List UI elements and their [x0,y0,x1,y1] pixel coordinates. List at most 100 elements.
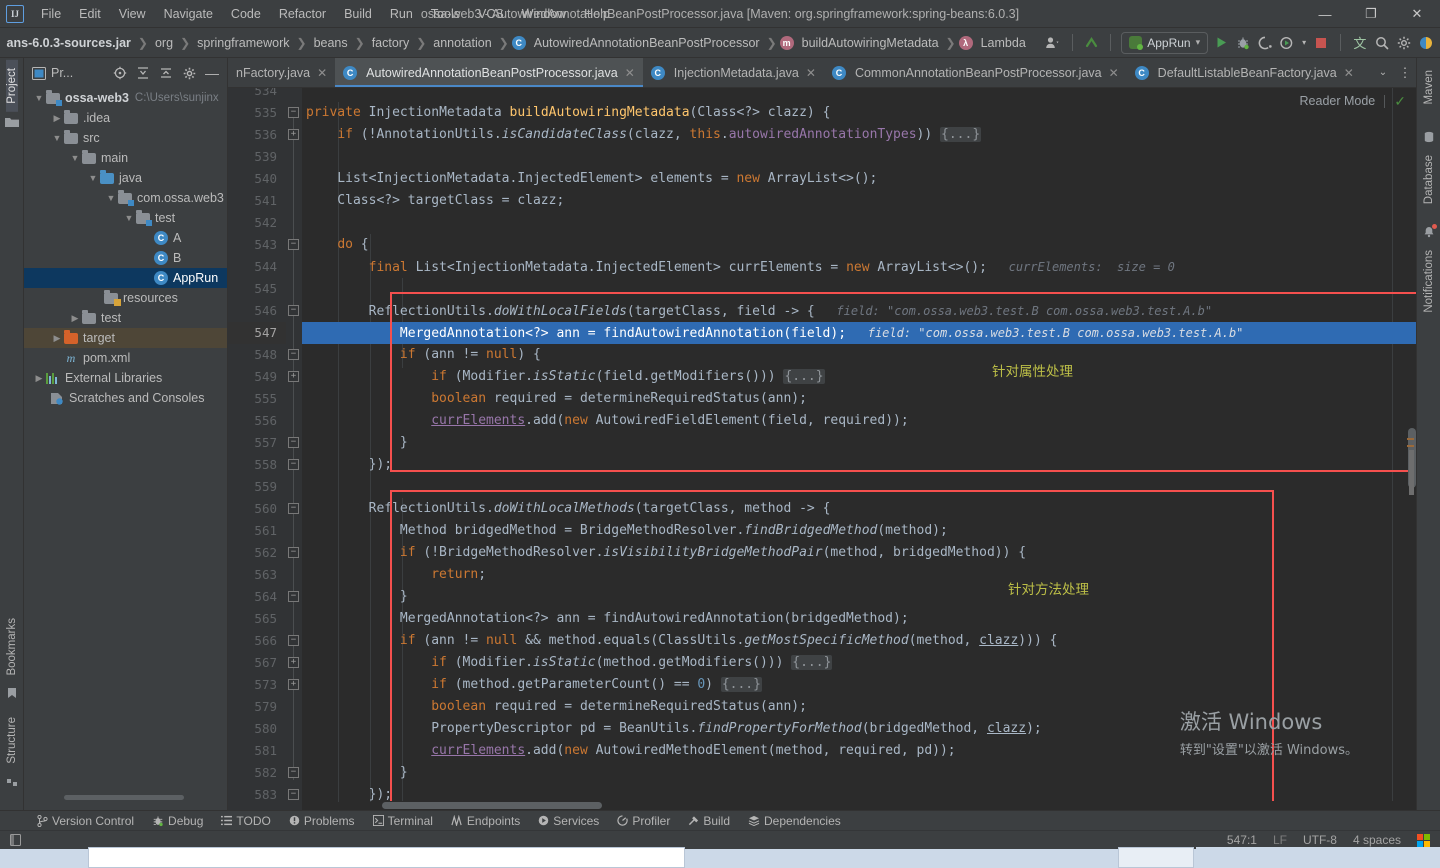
chevron-down-icon[interactable]: ▼ [68,153,82,163]
editor-fold-column[interactable]: − + − − − + − − − − − − + + − − [286,88,360,810]
menu-tools[interactable]: Tools [422,3,469,25]
chevron-right-icon[interactable]: ▶ [68,313,82,324]
breadcrumb-factory[interactable]: factory [367,34,415,52]
ide-theme-icon[interactable] [1415,32,1437,54]
editor-hscroll-thumb[interactable] [382,802,602,809]
fold-end-icon[interactable]: − [288,767,299,778]
structure-icon[interactable] [5,776,19,788]
error-stripe-marker[interactable] [1409,450,1414,495]
close-icon[interactable]: ✕ [1109,66,1119,80]
database-icon[interactable] [1422,131,1436,143]
taskbar-clock-area[interactable] [1196,847,1440,868]
fold-collapse-icon[interactable]: − [288,349,299,360]
folder-icon[interactable] [5,116,19,128]
widget-layout-icon[interactable] [6,834,24,846]
menu-run[interactable]: Run [381,3,422,25]
breadcrumb-beans[interactable]: beans [309,34,353,52]
tree-item-scratches-and-consoles[interactable]: Scratches and Consoles [24,388,227,408]
chevron-down-icon[interactable]: ▾ [1298,32,1310,54]
tree-item-target[interactable]: ▶ target [24,328,227,348]
hide-panel-icon[interactable]: — [201,62,223,84]
fold-collapse-icon[interactable]: − [288,305,299,316]
sidebar-tab-maven[interactable]: Maven [1423,62,1435,113]
menu-edit[interactable]: Edit [70,3,110,25]
code-editor[interactable]: 534 535 536 539 540 541 542 543 544 545 … [228,88,1416,810]
chevron-down-icon[interactable]: ▼ [32,93,46,103]
fold-end-icon[interactable]: − [288,789,299,800]
sidebar-tab-bookmarks[interactable]: Bookmarks [6,610,18,684]
breadcrumb-method[interactable]: m buildAutowiringMetadata [779,34,944,52]
sidebar-tab-notifications[interactable]: Notifications [1423,242,1435,321]
close-icon[interactable]: ✕ [1344,66,1354,80]
menu-navigate[interactable]: Navigate [155,3,222,25]
user-settings-icon[interactable] [1042,32,1064,54]
inspections-ok-icon[interactable]: ✓ [1394,93,1406,110]
chevron-down-icon[interactable]: ▼ [86,173,100,183]
debug-button[interactable] [1232,32,1254,54]
run-configuration-selector[interactable]: AppRun ▾ [1121,31,1209,54]
breadcrumb-lambda[interactable]: λ Lambda [958,34,1031,52]
tab-autowired-annotation-bean-post-processor-java[interactable]: C AutowiredAnnotationBeanPostProcessor.j… [335,58,643,87]
breadcrumb-jar[interactable]: ans-6.0.3-sources.jar [2,34,136,52]
tree-item-src[interactable]: ▼ src [24,128,227,148]
fold-expand-icon[interactable]: + [288,129,299,140]
menu-file[interactable]: File [32,3,70,25]
code-content[interactable]: private InjectionMetadata buildAutowirin… [302,88,1416,810]
tab-nfactory-java[interactable]: nFactory.java ✕ [228,58,335,87]
indent-setting[interactable]: 4 spaces [1353,833,1401,847]
tree-item-pom-xml[interactable]: m pom.xml [24,348,227,368]
expand-all-icon[interactable] [132,62,154,84]
tool-window-terminal[interactable]: Terminal [364,811,442,831]
chevron-right-icon[interactable]: ▶ [32,373,46,384]
translate-icon[interactable]: 文 [1349,32,1371,54]
tree-item-test-dir[interactable]: ▶ test [24,308,227,328]
tree-item-java[interactable]: ▼ java [24,168,227,188]
project-settings-gear-icon[interactable] [178,62,200,84]
tree-item-idea[interactable]: ▶ .idea [24,108,227,128]
close-icon[interactable]: ✕ [806,66,816,80]
tool-window-profiler[interactable]: Profiler [608,811,679,831]
profiler-icon[interactable] [1276,32,1298,54]
fold-collapse-icon[interactable]: − [288,503,299,514]
fold-collapse-icon[interactable]: − [288,635,299,646]
sidebar-tab-project[interactable]: Project [6,60,18,112]
close-button[interactable]: ✕ [1394,0,1440,28]
caret-position[interactable]: 547:1 [1227,833,1257,847]
tree-item-main[interactable]: ▼ main [24,148,227,168]
editor-gutter[interactable]: 534 535 536 539 540 541 542 543 544 545 … [228,88,286,810]
menu-view[interactable]: View [110,3,155,25]
menu-build[interactable]: Build [335,3,381,25]
settings-gear-icon[interactable] [1393,32,1415,54]
fold-end-icon[interactable]: − [288,459,299,470]
tree-item-resources[interactable]: resources [24,288,227,308]
fold-expand-icon[interactable]: + [288,371,299,382]
tool-window-todo[interactable]: TODO [212,811,279,831]
tree-item-apprun[interactable]: C AppRun [24,268,227,288]
fold-collapse-icon[interactable]: − [288,107,299,118]
chevron-down-icon[interactable]: ▼ [104,193,118,203]
tool-window-dependencies[interactable]: Dependencies [739,811,850,831]
tree-item-external-libraries[interactable]: ▶ External Libraries [24,368,227,388]
run-button[interactable] [1210,32,1232,54]
tab-common-annotation-bean-post-processor-java[interactable]: C CommonAnnotationBeanPostProcessor.java… [824,58,1127,87]
menu-help[interactable]: Help [575,3,619,25]
select-opened-file-icon[interactable] [109,62,131,84]
tab-injection-metadata-java[interactable]: C InjectionMetadata.java ✕ [643,58,824,87]
fold-expand-icon[interactable]: + [288,679,299,690]
file-encoding[interactable]: UTF-8 [1303,833,1337,847]
tool-window-debug[interactable]: Debug [143,811,212,831]
error-stripe-marker[interactable] [1407,438,1414,440]
tree-item-class-b[interactable]: C B [24,248,227,268]
line-separator[interactable]: LF [1273,833,1287,847]
maximize-button[interactable]: ❐ [1348,0,1394,28]
tool-window-endpoints[interactable]: Endpoints [442,811,529,831]
tool-window-version-control[interactable]: Version Control [28,811,143,831]
fold-end-icon[interactable]: − [288,591,299,602]
fold-end-icon[interactable]: − [288,437,299,448]
updates-icon[interactable] [1080,32,1102,54]
tab-more-options-icon[interactable]: ⋮ [1394,62,1416,84]
breadcrumb-org[interactable]: org [150,34,178,52]
tree-item-ossa-web3[interactable]: ▼ ossa-web3 C:\Users\sunjinx [24,88,227,108]
sidebar-tab-database[interactable]: Database [1423,147,1435,212]
close-icon[interactable]: ✕ [317,66,327,80]
